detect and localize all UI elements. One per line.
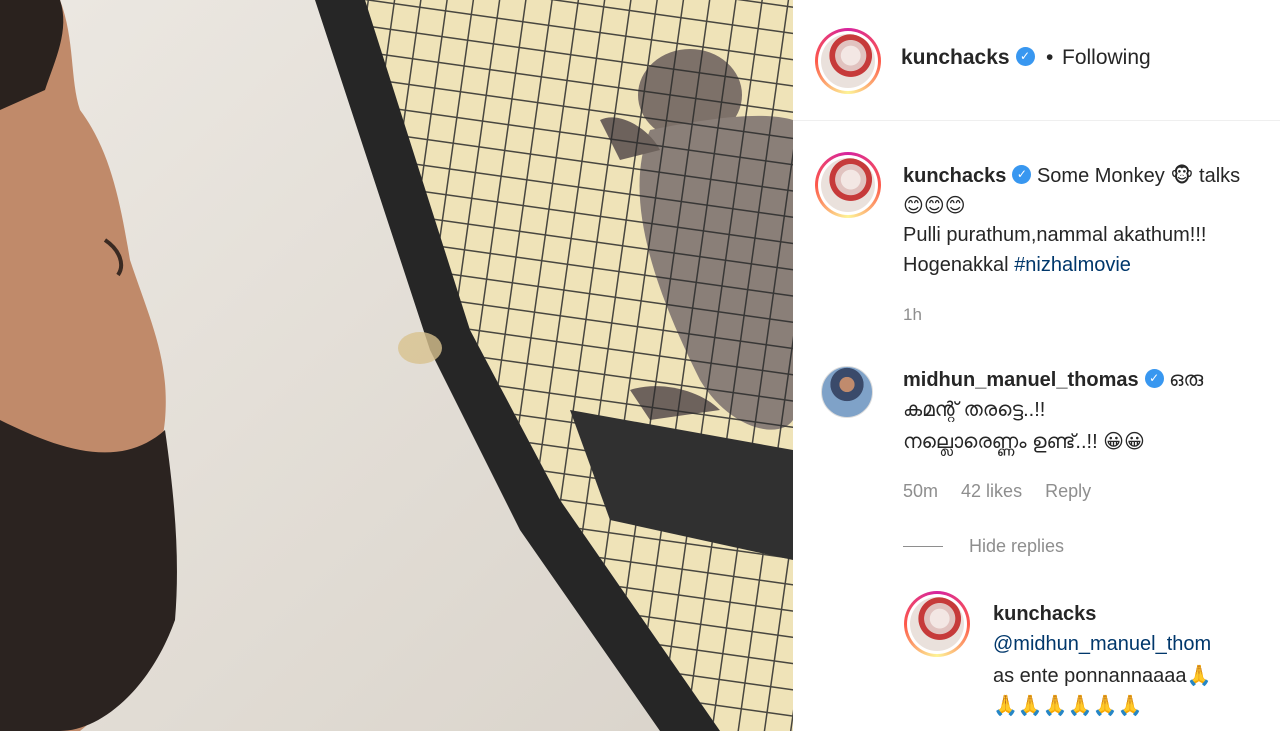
caption-emoji-line: 😊😊😊 — [903, 193, 966, 217]
caption-avatar[interactable] — [815, 152, 881, 218]
post-sidebar: kunchacks ✓ • Following kunchacks ✓ Some M… — [793, 0, 1280, 731]
post-media[interactable] — [0, 0, 793, 731]
caption-time[interactable]: 1h — [903, 305, 922, 325]
replies-divider — [903, 546, 943, 547]
caption-text: Some Monkey 🐵 talks — [1036, 165, 1241, 187]
hashtag-link[interactable]: #nizhalmovie — [1014, 254, 1131, 276]
commenter-username[interactable]: midhun_manuel_thomas — [903, 369, 1139, 391]
reply-mention[interactable]: @midhun_manuel_thom — [993, 633, 1211, 656]
comment-first-line: midhun_manuel_thomas ✓ ഒരു — [903, 369, 1203, 392]
following-button[interactable]: Following — [1062, 46, 1151, 70]
caption-first-line: kunchacks ✓ Some Monkey 🐵 talks — [903, 163, 1240, 188]
post-header: kunchacks ✓ • Following — [793, 0, 1280, 121]
hide-replies-button[interactable]: Hide replies — [969, 536, 1064, 557]
comment-meta: 50m 42 likes Reply — [903, 481, 1091, 502]
author-avatar[interactable] — [815, 28, 881, 94]
commenter-avatar[interactable] — [821, 366, 873, 418]
caption-username[interactable]: kunchacks — [903, 165, 1006, 187]
comment-text-2: കമന്റ് തരട്ടെ..!! — [903, 399, 1046, 421]
reply-text-2: as ente ponnannaaaa🙏 — [993, 665, 1212, 687]
reply-button[interactable]: Reply — [1045, 481, 1091, 501]
separator-dot: • — [1046, 46, 1054, 69]
verified-badge-icon: ✓ — [1144, 369, 1164, 389]
comment-text-1: ഒരു — [1169, 369, 1204, 391]
comment-time[interactable]: 50m — [903, 481, 938, 501]
comment-text-3: നല്ലൊരെണ്ണം ഉണ്ട്..!! 😀😀 — [903, 431, 1145, 453]
verified-badge-icon: ✓ — [1015, 46, 1035, 66]
author-username[interactable]: kunchacks ✓ — [901, 46, 1035, 70]
post-photo — [0, 0, 793, 731]
reply-text-3: 🙏🙏🙏🙏🙏🙏 — [993, 693, 1143, 717]
reply-avatar[interactable] — [904, 591, 970, 657]
caption-line-3: Pulli purathum,nammal akathum!!! — [903, 224, 1207, 246]
verified-badge-icon: ✓ — [1012, 165, 1032, 185]
comment-likes[interactable]: 42 likes — [961, 481, 1022, 501]
reply-username[interactable]: kunchacks — [993, 603, 1096, 626]
caption-line-4: Hogenakkal #nizhalmovie — [903, 254, 1131, 276]
